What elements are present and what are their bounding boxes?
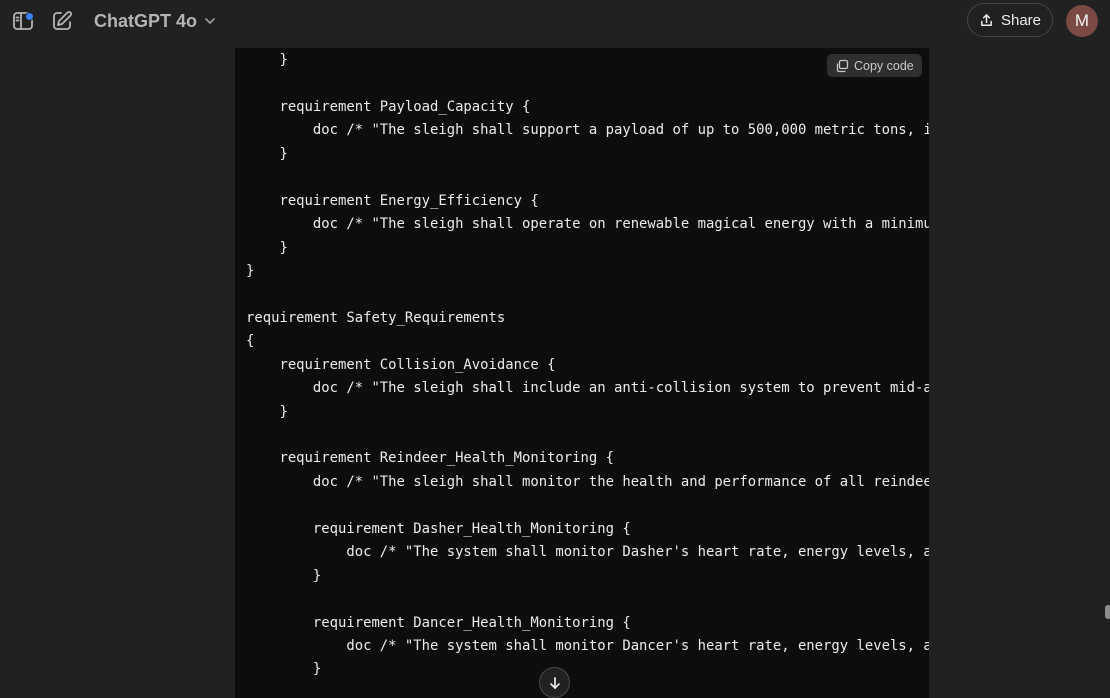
new-chat-icon [50, 9, 74, 33]
share-button[interactable]: Share [967, 3, 1053, 37]
code-line: doc /* "The sleigh shall monitor the hea… [246, 473, 929, 490]
code-line: } [246, 262, 255, 279]
code-line: } [246, 403, 288, 420]
copy-icon [835, 59, 849, 73]
sidebar-toggle-icon [11, 9, 35, 33]
user-avatar[interactable]: M [1066, 5, 1098, 37]
code-line: requirement Reindeer_Health_Monitoring { [246, 450, 614, 467]
code-line: } [246, 239, 288, 256]
code-line: requirement Payload_Capacity { [246, 98, 531, 115]
code-line: ​ [246, 494, 929, 517]
code-line: ​ [246, 72, 929, 95]
code-line: ​ [246, 424, 929, 447]
copy-code-button[interactable]: Copy code [827, 54, 922, 77]
model-name: ChatGPT 4o [94, 10, 198, 31]
code-line: requirement Dasher_Health_Monitoring { [246, 520, 631, 537]
share-icon [979, 13, 994, 28]
code-content: } ​ requirement Payload_Capacity { doc /*… [246, 49, 929, 682]
scroll-to-bottom-button[interactable] [539, 667, 570, 698]
page-scrollbar[interactable] [1105, 605, 1110, 619]
notification-dot [25, 12, 34, 21]
code-line: doc /* "The sleigh shall support a paylo… [246, 122, 929, 139]
code-line: requirement Dancer_Health_Monitoring { [246, 614, 631, 631]
code-line: requirement Collision_Avoidance { [246, 356, 556, 373]
chevron-down-icon [203, 14, 217, 28]
code-line: } [246, 567, 322, 584]
copy-code-label: Copy code [854, 58, 914, 73]
code-line: requirement Safety_Requirements [246, 309, 506, 326]
chatgpt-app: ChatGPT 4o Share M }​ requirement P [0, 0, 1110, 698]
code-line: requirement Energy_Efficiency { [246, 192, 539, 209]
avatar-initial: M [1074, 11, 1090, 30]
code-line: ​ [246, 283, 929, 306]
code-line: doc /* "The sleigh shall include an anti… [246, 380, 929, 397]
code-line: ​ [246, 166, 929, 189]
share-label: Share [1000, 11, 1042, 29]
arrow-down-icon [547, 675, 563, 691]
top-bar: ChatGPT 4o Share M [0, 0, 1110, 44]
new-chat-button[interactable] [47, 6, 77, 36]
code-block: } ​ requirement Payload_Capacity { doc /*… [235, 48, 929, 698]
sidebar-toggle-button[interactable] [8, 6, 38, 36]
code-line: } [246, 145, 288, 162]
code-line: doc /* "The sleigh shall operate on rene… [246, 216, 929, 233]
code-line: ​ [246, 588, 929, 611]
code-line: { [246, 333, 255, 350]
code-line: } [246, 661, 322, 678]
model-selector[interactable]: ChatGPT 4o [86, 5, 225, 37]
code-line: doc /* "The system shall monitor Dancer'… [246, 637, 929, 654]
code-line: doc /* "The system shall monitor Dasher'… [246, 544, 929, 561]
